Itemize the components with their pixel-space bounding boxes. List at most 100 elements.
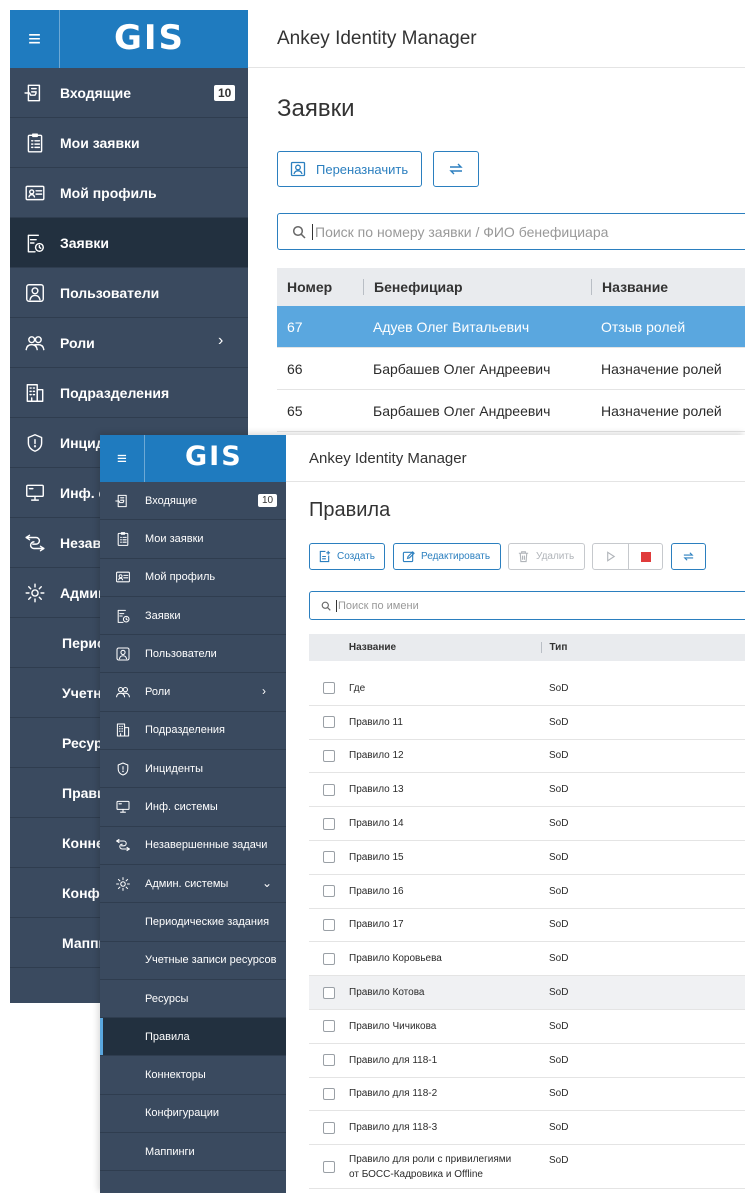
search-input[interactable] [336, 599, 716, 612]
table-row[interactable]: Правило Котова SoD [309, 976, 745, 1010]
sidebar-nav-item-16[interactable]: Конфигурации [100, 1095, 286, 1134]
hamburger-icon[interactable]: ≡ [100, 435, 145, 482]
table-row[interactable]: Правило Коровьева SoD [309, 942, 745, 977]
user-icon [10, 282, 60, 304]
row-checkbox[interactable] [323, 851, 335, 864]
sidebar-nav-item-3[interactable]: Заявки [10, 218, 248, 268]
table-row[interactable]: Правило Чичикова SoD [309, 1010, 745, 1044]
sidebar-nav-item-0[interactable]: Входящие 10 [100, 482, 286, 521]
table-row[interactable]: Правило 13 SoD [309, 773, 745, 808]
sync-icon [449, 163, 463, 175]
table-row[interactable]: 67 Адуев Олег Витальевич Отзыв ролей [277, 306, 745, 348]
row-checkbox[interactable] [323, 716, 335, 729]
sidebar-nav-item-17[interactable]: Маппинги [100, 1133, 286, 1172]
row-checkbox[interactable] [323, 918, 335, 931]
sidebar-nav-item-5[interactable]: Роли › [10, 318, 248, 368]
search-input[interactable] [312, 223, 732, 240]
sidebar-nav-item-11[interactable]: Периодические задания [100, 903, 286, 942]
sidebar-nav-item-4[interactable]: Пользователи [100, 635, 286, 674]
create-button[interactable]: Создать [309, 543, 385, 570]
stop-button[interactable] [628, 543, 663, 570]
cell-type: SoD [549, 750, 569, 762]
cell-number: 65 [287, 402, 303, 419]
sidebar-nav-item-1[interactable]: Мои заявки [100, 520, 286, 559]
sidebar-nav-item-6[interactable]: Подразделения [100, 712, 286, 751]
row-checkbox[interactable] [323, 1087, 335, 1100]
sidebar-nav-item-0[interactable]: Входящие 10 [10, 68, 248, 118]
table-row[interactable]: Правило для 118-1 SoD [309, 1044, 745, 1078]
task-icon [100, 837, 145, 853]
table-body: Где SoD Правило 11 SoD Правило 12 SoD Правило … [309, 672, 745, 1190]
row-checkbox[interactable] [323, 783, 335, 796]
sidebar-nav-item-4[interactable]: Пользователи [10, 268, 248, 318]
row-checkbox[interactable] [323, 885, 335, 898]
edit-label: Редактировать [421, 551, 491, 562]
search-field[interactable] [277, 213, 745, 250]
table-row[interactable]: Правило для 118-2 SoD [309, 1078, 745, 1112]
sidebar-nav-item-2[interactable]: Мой профиль [100, 559, 286, 597]
table-row[interactable]: Правило 14 SoD [309, 807, 745, 841]
row-checkbox[interactable] [323, 1054, 335, 1067]
table-row[interactable]: 66 Барбашев Олег Андреевич Назначение роле… [277, 348, 745, 390]
play-icon [607, 551, 616, 562]
row-checkbox[interactable] [323, 1160, 335, 1173]
row-checkbox[interactable] [323, 952, 335, 965]
refresh-button[interactable] [671, 543, 706, 570]
row-checkbox[interactable] [323, 682, 335, 695]
edit-button[interactable]: Редактировать [393, 543, 501, 570]
chevron-right-icon[interactable]: › [262, 684, 266, 698]
chevron-down-icon[interactable]: ⌄ [262, 876, 272, 890]
app-title: Ankey Identity Manager [286, 435, 745, 482]
sidebar-nav-item-14[interactable]: Правила [100, 1018, 286, 1057]
sidebar-nav-item-3[interactable]: Заявки [100, 597, 286, 636]
cell-name: Правило 13 [349, 784, 404, 796]
cell-beneficiary: Адуев Олег Витальевич [373, 318, 530, 335]
row-checkbox[interactable] [323, 749, 335, 762]
sidebar-nav-item-8[interactable]: Инф. системы [100, 788, 286, 827]
hamburger-icon[interactable]: ≡ [10, 10, 60, 68]
sidebar-nav-item-10[interactable]: Админ. системы ⌄ [100, 865, 286, 904]
table-row[interactable]: Правило для роли с привилегиями от БОСС-… [309, 1145, 745, 1190]
column-header-number[interactable]: Номер [277, 279, 363, 295]
table-row[interactable]: Правило для 118-3 SoD [309, 1111, 745, 1146]
sidebar-nav-item-1[interactable]: Мои заявки [10, 118, 248, 168]
row-checkbox[interactable] [323, 817, 335, 830]
delete-button[interactable]: Удалить [508, 543, 585, 570]
sidebar-nav: Входящие 10 Мои заявки Мой профиль Заявки Пол… [100, 482, 286, 1172]
sidebar-nav-item-13[interactable]: Ресурсы [100, 980, 286, 1019]
column-header-type[interactable]: Тип [541, 642, 745, 653]
table-row[interactable]: Правило 17 SoD [309, 909, 745, 943]
chevron-right-icon[interactable]: › [218, 332, 223, 350]
search-field[interactable] [309, 591, 745, 620]
sidebar-nav-item-12[interactable]: Учетные записи ресурсов [100, 942, 286, 980]
sidebar-nav-item-5[interactable]: Роли › [100, 673, 286, 712]
table-row[interactable]: 65 Барбашев Олег Андреевич Назначение роле… [277, 390, 745, 432]
column-header-name[interactable]: Название [591, 279, 745, 295]
column-header-name[interactable]: Название [349, 640, 542, 655]
sidebar-nav-item-15[interactable]: Коннекторы [100, 1056, 286, 1095]
table-row[interactable]: Правило 16 SoD [309, 875, 745, 909]
sidebar-nav-item-2[interactable]: Мой профиль [10, 168, 248, 218]
table-row[interactable]: Правило 15 SoD [309, 841, 745, 875]
refresh-button[interactable] [433, 151, 479, 187]
table-row[interactable]: Где SoD [309, 672, 745, 706]
run-button[interactable] [592, 543, 629, 570]
stop-icon [640, 551, 651, 562]
front-window: ≡ GIS Входящие 10 Мои заявки Мой профиль Зая… [100, 435, 745, 1193]
sidebar-nav-item-7[interactable]: Инциденты [100, 750, 286, 789]
request-clock-icon [10, 232, 60, 254]
sidebar-nav-item-9[interactable]: Незавершенные задачи [100, 827, 286, 865]
column-header-beneficiary[interactable]: Бенефициар [363, 279, 591, 295]
reassign-label: Переназначить [316, 161, 409, 177]
row-checkbox-cell [309, 817, 349, 830]
sidebar-item-label: Ресурсы [145, 992, 189, 1005]
sidebar-nav-item-6[interactable]: Подразделения [10, 368, 248, 418]
reassign-button[interactable]: Переназначить [277, 151, 422, 187]
table-row[interactable]: Правило 12 SoD [309, 740, 745, 774]
row-checkbox[interactable] [323, 986, 335, 999]
row-checkbox[interactable] [323, 1020, 335, 1033]
row-checkbox[interactable] [323, 1121, 335, 1134]
cell-name: Правило для 118-2 [349, 1088, 438, 1100]
table-row[interactable]: Правило 11 SoD [309, 706, 745, 740]
cell-type: SoD [549, 818, 569, 830]
